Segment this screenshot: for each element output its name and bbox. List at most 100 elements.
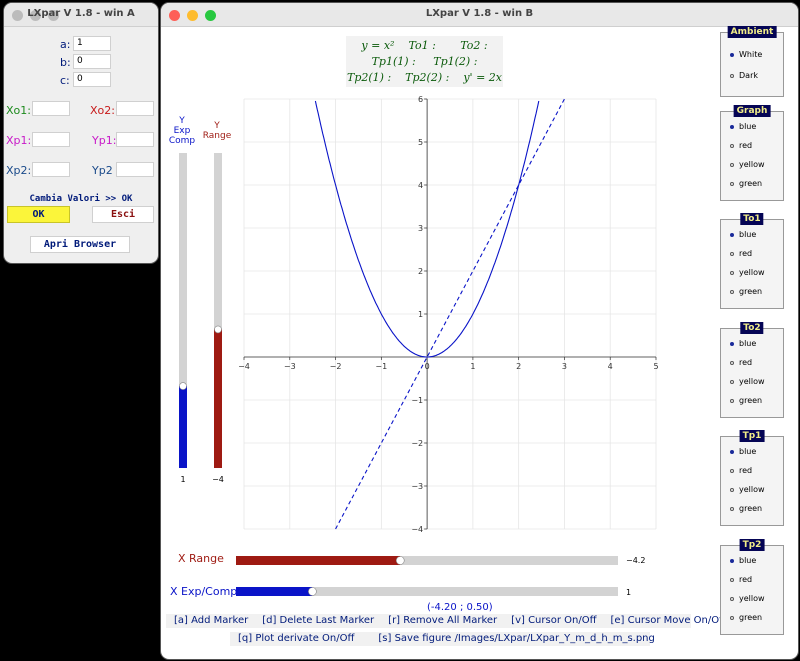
input-yp2[interactable] [116,162,154,177]
plot-grid [243,98,657,530]
radio-to2-red[interactable]: red [730,358,752,367]
panel-to1: To1 blue red yellow green [720,213,784,309]
input-xp1[interactable] [32,132,70,147]
panel-title: Ambient [727,26,777,38]
radio-tp2-red[interactable]: red [730,575,752,584]
cmd-add-marker: [a] Add Marker [174,615,249,626]
y-exp-handle[interactable] [179,382,187,390]
y-range-value: −4 [212,475,224,484]
vertical-sliders [179,153,222,468]
window-a-titlebar[interactable]: LXpar V 1.8 - win A [4,3,158,27]
radio-dot-icon [730,73,734,78]
x-exp-handle[interactable] [308,587,317,596]
plot-area[interactable]: −4 −3 −2 −1 0 1 2 3 4 5 −4 −3 −2 −1 1 2 3 4 5 6 [236,93,716,543]
cambia-valori-hint: Cambia Valori >> OK [29,194,133,204]
radio-to1-yellow[interactable]: yellow [730,268,765,277]
radio-label: blue [739,556,757,565]
radio-to2-green[interactable]: green [730,396,762,405]
y-exp-label: Y Exp Comp [168,116,196,146]
ok-button[interactable]: OK [7,206,70,223]
legend-to2: To2 : [460,39,488,52]
radio-dot-icon [730,251,734,256]
y-tick-label: 3 [418,224,423,233]
x-tick-label: −2 [330,362,342,371]
radio-graph-green[interactable]: green [730,179,762,188]
radio-to2-blue[interactable]: blue [730,339,756,348]
radio-dot-icon [730,124,734,129]
panel-title: To2 [740,322,764,334]
radio-label: yellow [739,268,765,277]
window-b-titlebar[interactable]: LXpar V 1.8 - win B [161,3,798,27]
radio-dot-icon [730,615,734,620]
radio-label: yellow [739,594,765,603]
radio-dot-icon [730,232,734,237]
y-range-fill [214,329,222,468]
horizontal-sliders [236,556,618,596]
x-tick-label: 5 [653,362,658,371]
label-xp2: Xp2: [6,164,32,177]
radio-dot-icon [730,506,734,511]
input-b[interactable]: 0 [73,54,111,69]
radio-label: yellow [739,485,765,494]
y-tick-label: 6 [418,95,423,104]
cmd-delete-last-marker: [d] Delete Last Marker [262,615,375,626]
label-xo2: Xo2: [90,104,115,117]
y-range-handle[interactable] [214,325,222,334]
x-tick-label: −3 [284,362,296,371]
radio-label: yellow [739,160,765,169]
y-tick-label: 2 [418,267,423,276]
radio-dot-icon [730,360,734,365]
radio-to1-red[interactable]: red [730,249,752,258]
radio-tp1-red[interactable]: red [730,466,752,475]
legend-y-func: y = x² [361,39,395,52]
radio-label: blue [739,230,757,239]
panel-title: Tp1 [739,430,765,442]
input-c[interactable]: 0 [73,72,111,87]
radio-graph-yellow[interactable]: yellow [730,160,765,169]
esci-button[interactable]: Esci [92,206,154,223]
radio-ambient-dark[interactable]: Dark [730,71,758,80]
radio-label: blue [739,122,757,131]
window-b-title: LXpar V 1.8 - win B [425,8,534,19]
radio-tp1-blue[interactable]: blue [730,447,756,456]
radio-dot-icon [730,289,734,294]
x-range-handle[interactable] [395,556,405,565]
legend-tp2-2: Tp2(2) : [405,71,450,84]
input-xo2[interactable] [116,101,154,116]
panel-title: To1 [740,213,764,225]
x-range-fill [236,556,401,565]
radio-tp1-green[interactable]: green [730,504,762,513]
radio-ambient-white[interactable]: White [730,50,762,59]
window-a: LXpar V 1.8 - win A a: 1 b: 0 c: 0 Xo1: … [4,3,158,263]
radio-tp2-blue[interactable]: blue [730,556,756,565]
label-c: c: [60,74,70,87]
input-xp2[interactable] [32,162,70,177]
radio-dot-icon [730,468,734,473]
cmd-cursor-move: [e] Cursor Move On/Off [610,615,726,626]
x-range-value: −4.2 [626,556,646,565]
radio-label: red [739,575,753,584]
input-yp1[interactable] [116,132,154,147]
radio-graph-red[interactable]: red [730,141,752,150]
radio-label: blue [739,339,757,348]
radio-to1-blue[interactable]: blue [730,230,756,239]
y-exp-fill [179,386,187,468]
x-exp-fill [236,587,313,596]
radio-tp1-yellow[interactable]: yellow [730,485,765,494]
input-xo1[interactable] [32,101,70,116]
radio-dot-icon [730,449,734,454]
cmd-save-figure: [s] Save figure /Images/LXpar/LXpar_Y_m_… [378,633,655,644]
radio-tp2-yellow[interactable]: yellow [730,594,765,603]
input-a[interactable]: 1 [73,36,111,51]
radio-to2-yellow[interactable]: yellow [730,377,765,386]
radio-to1-green[interactable]: green [730,287,762,296]
label-xp1: Xp1: [6,134,32,147]
x-exp-value: 1 [626,588,632,597]
panel-to2: To2 blue red yellow green [720,322,784,418]
x-range-label: X Range [178,552,224,565]
radio-graph-blue[interactable]: blue [730,122,756,131]
radio-label: green [739,396,763,405]
radio-tp2-green[interactable]: green [730,613,762,622]
radio-dot-icon [730,181,734,186]
apri-browser-button[interactable]: Apri Browser [30,236,130,253]
